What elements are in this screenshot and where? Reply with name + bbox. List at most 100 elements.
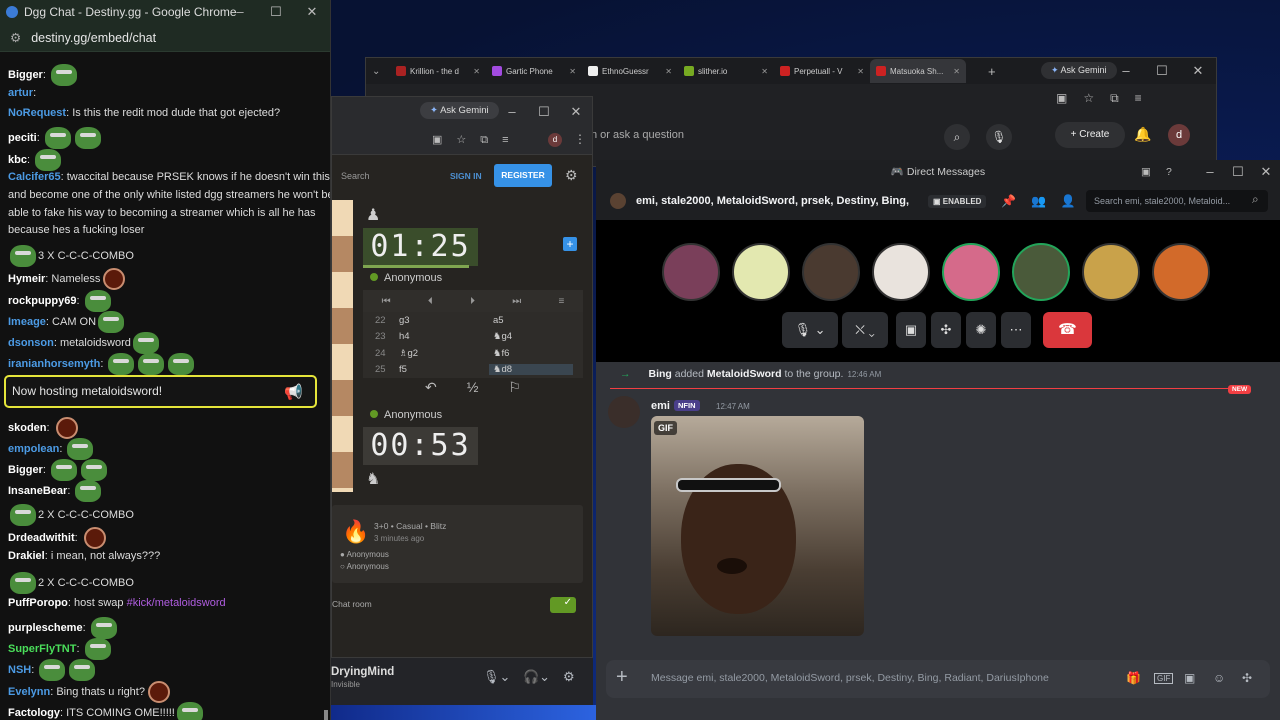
black-move[interactable]: ♞d8 <box>489 364 573 376</box>
inbox-icon[interactable]: ▣ <box>1141 160 1151 184</box>
mic-icon[interactable]: 🎙 <box>986 124 1012 150</box>
chat-username[interactable]: InsaneBear <box>8 485 67 497</box>
move-row[interactable]: 22 g3 a5 <box>363 312 583 329</box>
gif-icon[interactable]: GIF <box>1154 673 1174 684</box>
chat-username[interactable]: skoden <box>8 422 47 434</box>
chat-username[interactable]: PuffPoropo <box>8 597 68 609</box>
group-name[interactable]: emi, stale2000, MetaloidSword, prsek, De… <box>636 195 909 207</box>
tab-close-icon[interactable]: ✕ <box>761 67 768 76</box>
chat-username[interactable]: empolean <box>8 443 59 455</box>
header-action-icons[interactable]: 📌👥👤 <box>1001 194 1091 208</box>
register-button[interactable]: REGISTER <box>494 164 552 187</box>
chess-browser-window[interactable]: ✦ Ask Gemini – ☐ ✕ ▣☆⧉≡ d ⋮ Search SIGN IN… <box>331 96 593 658</box>
menu-icon[interactable]: ⋮ <box>574 132 586 146</box>
participant-avatar[interactable] <box>732 243 790 301</box>
address-bar[interactable]: ⚙ destiny.gg/embed/chat <box>0 24 330 52</box>
add-time-button[interactable]: + <box>563 237 577 251</box>
tab-close-icon[interactable]: ✕ <box>953 67 960 76</box>
tab-close-icon[interactable]: ✕ <box>569 67 576 76</box>
soundboard-button[interactable]: ✺ <box>966 312 996 348</box>
chat-username[interactable]: Imeage <box>8 316 46 328</box>
avatar[interactable]: d <box>1168 124 1190 146</box>
tab-matsuoka[interactable]: Matsuoka Sh... ✕ <box>870 59 966 83</box>
create-button[interactable]: + Create <box>1055 122 1125 148</box>
close-icon[interactable]: ✕ <box>294 0 330 24</box>
tab-perpetuall[interactable]: Perpetuall - V ✕ <box>774 66 870 76</box>
top-player-name[interactable]: Anonymous <box>370 272 442 284</box>
white-move[interactable]: h4 <box>399 331 489 342</box>
site-info-icon[interactable]: ⚙ <box>10 30 21 45</box>
kick-link[interactable]: #kick/metaloidsword <box>127 597 226 609</box>
participant-avatar[interactable] <box>1012 243 1070 301</box>
white-move[interactable]: f5 <box>399 364 489 375</box>
tab-close-icon[interactable]: ✕ <box>473 67 480 76</box>
move-row[interactable]: 25 f5 ♞d8 <box>363 362 583 379</box>
sticker-icon[interactable]: ▣ <box>1184 671 1195 685</box>
chat-username[interactable]: Evelynn <box>8 686 50 698</box>
chat-username[interactable]: kbc <box>8 154 27 166</box>
scrollbar[interactable] <box>324 710 328 720</box>
maximize-icon[interactable]: ☐ <box>528 100 560 124</box>
tab-close-icon[interactable]: ✕ <box>665 67 672 76</box>
tab-krillion[interactable]: Krillion - the d ✕ <box>390 66 486 76</box>
minimize-icon[interactable]: – <box>1108 59 1144 83</box>
youtube-search-input[interactable]: n or ask a question <box>591 120 991 150</box>
move-row[interactable]: 23 h4 ♞g4 <box>363 329 583 346</box>
participant-avatar[interactable] <box>662 243 720 301</box>
ask-gemini-button[interactable]: ✦ Ask Gemini <box>1041 62 1117 79</box>
black-move[interactable]: ♞f6 <box>489 348 573 359</box>
prev-move-icon[interactable]: ⏴ <box>428 296 433 307</box>
message-composer[interactable]: + Message emi, stale2000, MetaloidSword,… <box>606 660 1270 698</box>
hang-up-button[interactable]: ☎ <box>1043 312 1092 348</box>
white-move[interactable]: g3 <box>399 315 489 326</box>
system-target[interactable]: MetaloidSword <box>707 368 782 380</box>
maximize-icon[interactable]: ☐ <box>258 0 294 24</box>
camera-button[interactable]: ⛌ ⌄ <box>842 312 888 348</box>
tab-gartic[interactable]: Gartic Phone ✕ <box>486 66 582 76</box>
maximize-icon[interactable]: ☐ <box>1144 59 1180 83</box>
ask-gemini-button[interactable]: ✦ Ask Gemini <box>420 102 499 119</box>
more-options-button[interactable]: ⋯ <box>1001 312 1031 348</box>
tab-search-icon[interactable]: ⌄ <box>372 66 390 77</box>
search-icon[interactable]: ⌕ <box>944 124 970 150</box>
black-move[interactable]: a5 <box>489 315 573 326</box>
toolbar-icons[interactable]: ▣☆⧉≡ <box>1056 91 1158 106</box>
close-icon[interactable]: ✕ <box>560 100 592 124</box>
chat-username[interactable]: Drakiel <box>8 550 45 562</box>
url-text[interactable]: destiny.gg/embed/chat <box>31 31 156 45</box>
gif-attachment[interactable]: GIF <box>651 416 864 636</box>
participant-avatar[interactable] <box>942 243 1000 301</box>
avatar[interactable] <box>608 396 640 428</box>
system-actor[interactable]: Bing <box>649 368 672 380</box>
participant-avatar[interactable] <box>1152 243 1210 301</box>
chat-username[interactable]: Hymeir <box>8 273 45 285</box>
participant-avatar[interactable] <box>1082 243 1140 301</box>
chat-username[interactable]: rockpuppy69 <box>8 295 76 307</box>
search-input[interactable]: Search emi, stale2000, Metaloid... <box>1086 190 1268 212</box>
message-input[interactable]: Message emi, stale2000, MetaloidSword, p… <box>651 672 1049 684</box>
chat-username[interactable]: dsonson <box>8 337 54 349</box>
activities-button[interactable]: ✣ <box>931 312 961 348</box>
takeback-icon[interactable]: ↶ <box>425 379 437 401</box>
minimize-icon[interactable]: – <box>496 100 528 124</box>
help-icon[interactable]: ? <box>1166 160 1172 184</box>
participant-avatar[interactable] <box>872 243 930 301</box>
add-attachment-button[interactable]: + <box>616 666 628 689</box>
participant-avatar[interactable] <box>802 243 860 301</box>
mute-button[interactable]: 🎙 ⌄ <box>782 312 838 348</box>
maximize-icon[interactable]: ☐ <box>1224 160 1252 184</box>
chat-username[interactable]: artur <box>8 87 33 99</box>
white-move[interactable]: ♗g2 <box>399 348 489 359</box>
move-row[interactable]: 24 ♗g2 ♞f6 <box>363 345 583 362</box>
profile-icon[interactable]: d <box>548 133 562 147</box>
menu-icon[interactable]: ≡ <box>558 296 564 307</box>
last-move-icon[interactable]: ⏭ <box>512 296 521 307</box>
chat-username[interactable]: Bigger <box>8 464 43 476</box>
chat-username[interactable]: SuperFlyTNT <box>8 643 76 655</box>
close-icon[interactable]: ✕ <box>1180 59 1216 83</box>
chat-username[interactable]: iranianhorsemyth <box>8 358 100 370</box>
emoji-icon[interactable]: ☺ <box>1213 671 1225 685</box>
mic-icon[interactable]: 🎙⌄ <box>483 669 510 685</box>
first-move-icon[interactable]: ⏮ <box>382 296 391 307</box>
draw-offer-button[interactable]: ½ <box>467 379 479 401</box>
